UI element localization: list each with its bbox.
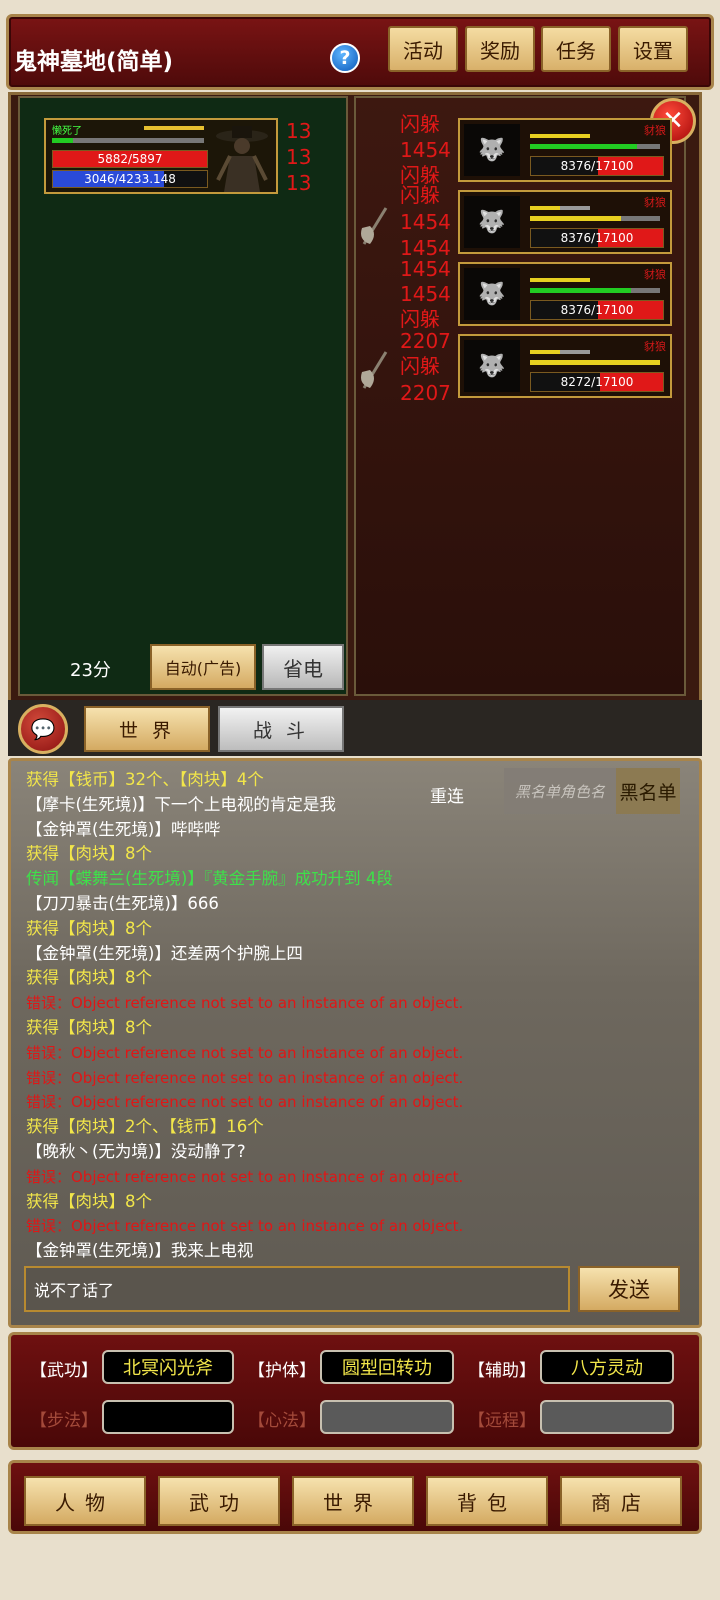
- chat-message: 【晚秋丶(无为境)】没动静了?: [26, 1141, 246, 1161]
- chat-message: 【刀刀暴击(生死境)】666: [26, 893, 219, 913]
- chat-message: 获得【肉块】2个、【钱币】16个: [26, 1117, 264, 1137]
- task-button[interactable]: 任务: [541, 26, 611, 72]
- tab-world[interactable]: 世 界: [84, 706, 210, 752]
- enemy-name: 豺狼: [644, 196, 666, 209]
- nav-character[interactable]: 人物: [24, 1476, 146, 1526]
- enemy-log: 闪躲: [400, 183, 440, 207]
- player-avatar: [216, 126, 268, 192]
- activity-button[interactable]: 活动: [388, 26, 458, 72]
- enemy-card[interactable]: 🐺 豺狼 8376/17100: [458, 118, 672, 182]
- player-card[interactable]: 懒死了 5882/5897 3046/4233.148: [44, 118, 278, 194]
- enemy-log: 闪躲: [400, 307, 440, 331]
- enemy-card[interactable]: 🐺 豺狼 8272/17100: [458, 334, 672, 398]
- enemy-log: 2207: [400, 329, 451, 353]
- chat-message: 错误：Object reference not set to an instan…: [26, 1068, 464, 1087]
- help-icon[interactable]: ?: [330, 43, 360, 73]
- score-label: 23分: [70, 660, 111, 681]
- chat-message: 获得【肉块】8个: [26, 918, 152, 938]
- enemy-log: 闪躲: [400, 354, 440, 378]
- chat-bubble-icon[interactable]: 💬: [18, 704, 68, 754]
- enemy-name: 豺狼: [644, 124, 666, 137]
- chat-message: 【金钟罩(生死境)】哔哔哔: [26, 819, 221, 839]
- enemy-hp-bar: 8272/17100: [530, 372, 664, 392]
- nav-shop[interactable]: 商店: [560, 1476, 682, 1526]
- wolf-icon: 🐺: [464, 340, 520, 392]
- nav-world[interactable]: 世界: [292, 1476, 414, 1526]
- chat-message: 错误：Object reference not set to an instan…: [26, 994, 464, 1013]
- chat-message: 传闻【蝶舞兰(生死境)】『黄金手腕』成功升到 4段: [26, 869, 393, 889]
- footwork-slot[interactable]: [102, 1400, 234, 1434]
- chat-message: 获得【钱币】32个、【肉块】4个: [26, 770, 264, 789]
- chat-message: 【摩卡(生死境)】下一个上电视的肯定是我: [26, 794, 336, 814]
- chat-message: 错误：Object reference not set to an instan…: [26, 1217, 464, 1236]
- mind-skill-slot[interactable]: [320, 1400, 454, 1434]
- ranged-skill-slot[interactable]: [540, 1400, 674, 1434]
- axe-icon: [361, 351, 388, 389]
- enemy-card[interactable]: 🐺 豺狼 8376/17100: [458, 190, 672, 254]
- chat-message: 错误：Object reference not set to an instan…: [26, 1093, 464, 1112]
- player-exp-bar: [144, 126, 204, 130]
- chat-message-input[interactable]: 说不了话了: [24, 1266, 570, 1312]
- power-save-button[interactable]: 省电: [262, 644, 344, 690]
- settings-button[interactable]: 设置: [618, 26, 688, 72]
- wolf-icon: 🐺: [464, 124, 520, 176]
- enemy-log: 闪躲: [400, 112, 440, 136]
- assist-skill-label: 【辅助】: [468, 1361, 536, 1381]
- enemy-hp-text: 8376/17100: [560, 159, 634, 173]
- enemy-log: 1454: [400, 138, 451, 162]
- wolf-icon: 🐺: [464, 268, 520, 320]
- enemy-hp-bar: 8376/17100: [530, 156, 664, 176]
- mind-skill-label: 【心法】: [248, 1411, 316, 1431]
- reconnect-button[interactable]: 重连: [430, 782, 464, 807]
- chat-message: 获得【肉块】8个: [26, 1017, 152, 1037]
- chat-message: 获得【肉块】8个: [26, 968, 152, 988]
- nav-martial-arts[interactable]: 武功: [158, 1476, 280, 1526]
- map-title: 鬼神墓地(简单): [14, 49, 174, 75]
- footwork-label: 【步法】: [30, 1411, 98, 1431]
- auto-battle-button[interactable]: 自动(广告): [150, 644, 256, 690]
- send-button[interactable]: 发送: [578, 1266, 680, 1312]
- tab-battle[interactable]: 战 斗: [218, 706, 344, 752]
- enemy-name: 豺狼: [644, 268, 666, 281]
- enemy-log: 2207: [400, 381, 451, 405]
- enemy-hp-bar: 8376/17100: [530, 300, 664, 320]
- enemy-hp-text: 8376/17100: [560, 231, 634, 245]
- enemy-log: 1454: [400, 257, 451, 281]
- player-hp-bar: 5882/5897: [52, 150, 208, 168]
- martial-skill-label: 【武功】: [30, 1361, 98, 1381]
- enemy-hp-text: 8376/17100: [560, 303, 634, 317]
- nav-backpack[interactable]: 背包: [426, 1476, 548, 1526]
- body-guard-label: 【护体】: [248, 1361, 316, 1381]
- martial-skill-slot[interactable]: 北冥闪光斧: [102, 1350, 234, 1384]
- player-damage-1: 13: [286, 119, 312, 143]
- enemy-card[interactable]: 🐺 豺狼 8376/17100: [458, 262, 672, 326]
- assist-skill-slot[interactable]: 八方灵动: [540, 1350, 674, 1384]
- chat-message: 错误：Object reference not set to an instan…: [26, 1043, 464, 1062]
- blacklist-name-input[interactable]: 黑名单角色名: [504, 768, 616, 814]
- enemy-hp-text: 8272/17100: [560, 375, 634, 389]
- player-energy-bar: [52, 138, 204, 143]
- chat-messages: 获得【钱币】32个、【肉块】4个【摩卡(生死境)】下一个上电视的肯定是我 【金钟罩…: [26, 768, 496, 1262]
- chat-message: 错误：Object reference not set to an instan…: [26, 1167, 464, 1186]
- wolf-icon: 🐺: [464, 196, 520, 248]
- player-mp-text: 3046/4233.148: [84, 172, 176, 186]
- axe-icon: [361, 207, 388, 245]
- player-mp-bar: 3046/4233.148: [52, 170, 208, 188]
- enemy-log: 1454: [400, 210, 451, 234]
- enemy-log: 1454: [400, 282, 451, 306]
- chat-message: 【金钟罩(生死境)】还差两个护腕上四: [26, 943, 303, 963]
- body-guard-slot[interactable]: 圆型回转功: [320, 1350, 454, 1384]
- enemy-hp-bar: 8376/17100: [530, 228, 664, 248]
- enemy-name: 豺狼: [644, 340, 666, 353]
- player-hp-text: 5882/5897: [97, 152, 163, 166]
- chat-message: 获得【肉块】8个: [26, 1191, 152, 1211]
- chat-message: 获得【肉块】8个: [26, 844, 152, 864]
- player-status: 懒死了: [52, 126, 82, 137]
- reward-button[interactable]: 奖励: [465, 26, 535, 72]
- blacklist-button[interactable]: 黑名单: [616, 768, 680, 814]
- player-damage-2: 13: [286, 145, 312, 169]
- chat-message: 【金钟罩(生死境)】我来上电视: [26, 1241, 254, 1261]
- player-damage-3: 13: [286, 171, 312, 195]
- ranged-skill-label: 【远程】: [468, 1411, 536, 1431]
